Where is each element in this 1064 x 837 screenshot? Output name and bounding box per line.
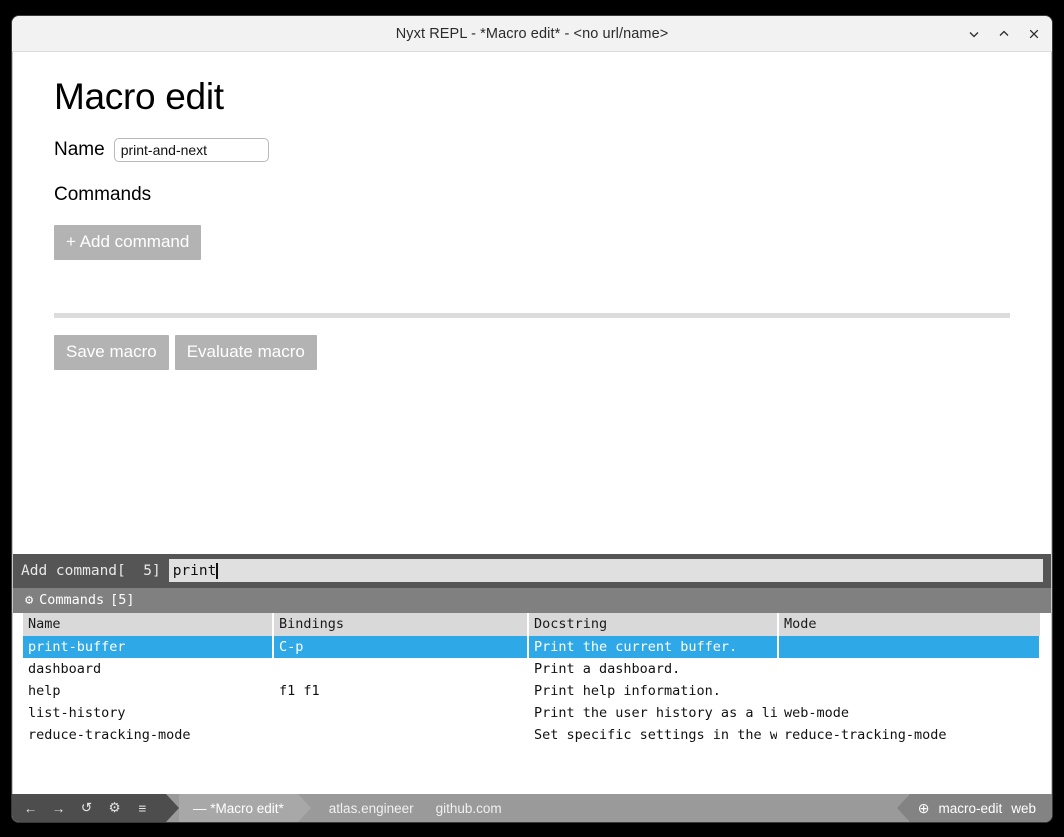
mode-item-web[interactable]: web — [1011, 801, 1036, 816]
reload-icon[interactable]: ↺ — [79, 800, 94, 816]
section-divider — [54, 312, 1010, 318]
application-window: Nyxt REPL - *Macro edit* - <no url/name>… — [12, 16, 1052, 822]
column-header-name[interactable]: Name — [23, 613, 274, 636]
page-content: Macro edit Name Commands + Add command S… — [12, 52, 1052, 554]
window-controls — [966, 16, 1042, 52]
cell-docstring: Print a dashboard. — [528, 658, 779, 680]
evaluate-macro-button[interactable]: Evaluate macro — [174, 334, 317, 370]
current-buffer-label[interactable]: — *Macro edit* — [179, 794, 298, 822]
gear-icon[interactable]: ⚙ — [107, 800, 122, 816]
add-command-button[interactable]: + Add command — [54, 224, 202, 260]
cell-name: list-history — [23, 702, 274, 724]
table-row[interactable]: dashboard Print a dashboard. — [23, 658, 1040, 680]
cell-docstring: Print help information. — [528, 680, 779, 702]
cell-name: dashboard — [23, 658, 274, 680]
cell-docstring: Print the user history as a list. — [528, 702, 779, 724]
column-header-docstring[interactable]: Docstring — [528, 613, 779, 636]
status-bar-controls: ← → ↺ ⚙ ≡ — [12, 794, 166, 822]
action-buttons: Save macro Evaluate macro — [54, 334, 1010, 370]
suggestions-table-wrap: Name Bindings Docstring Mode print-buffe… — [13, 613, 1051, 746]
suggestions-empty-space — [12, 746, 1052, 794]
forward-icon[interactable]: → — [51, 801, 66, 816]
table-row[interactable]: list-history Print the user history as a … — [23, 702, 1040, 724]
close-icon[interactable] — [1026, 26, 1042, 42]
prompt-label: Add command[ 5] — [21, 562, 161, 579]
cell-bindings: C-p — [273, 636, 529, 658]
url-item-1[interactable]: github.com — [436, 801, 502, 816]
table-row[interactable]: reduce-tracking-mode Set specific setting… — [23, 724, 1040, 746]
cell-mode: web-mode — [784, 704, 850, 721]
cell-bindings — [273, 724, 529, 746]
status-chevron-1 — [166, 794, 179, 822]
prompt-buffer: Add command[ 5] print — [12, 554, 1052, 588]
cell-mode: reduce-tracking-mode — [784, 726, 947, 743]
cell-name: help — [23, 680, 274, 702]
suggestions-count: [5] — [110, 592, 135, 608]
status-chevron-3 — [896, 794, 910, 822]
gear-icon: ⚙ — [25, 592, 34, 608]
page-title: Macro edit — [54, 76, 224, 117]
minimize-icon[interactable] — [966, 26, 982, 42]
table-row[interactable]: help f1 f1 Print help information. — [23, 680, 1040, 702]
cell-mode — [778, 636, 1041, 658]
prompt-input-value: print — [172, 562, 217, 579]
menu-icon[interactable]: ≡ — [135, 801, 150, 816]
column-header-mode[interactable]: Mode — [778, 613, 1040, 636]
status-chevron-2 — [297, 794, 311, 822]
text-cursor — [216, 562, 218, 579]
column-header-bindings[interactable]: Bindings — [273, 613, 529, 636]
maximize-icon[interactable] — [996, 26, 1012, 42]
save-macro-button[interactable]: Save macro — [54, 334, 169, 370]
table-row[interactable]: print-buffer C-p Print the current buffer. — [23, 636, 1041, 658]
cell-mode — [778, 658, 1040, 680]
cell-mode — [778, 680, 1040, 702]
window-title: Nyxt REPL - *Macro edit* - <no url/name> — [395, 25, 669, 42]
cell-docstring: Print the current buffer. — [528, 636, 779, 658]
table-header-row: Name Bindings Docstring Mode — [23, 613, 1040, 636]
cell-bindings — [273, 702, 529, 724]
title-bar: Nyxt REPL - *Macro edit* - <no url/name> — [12, 16, 1052, 52]
suggestions-title: Commands — [39, 592, 105, 608]
cell-bindings — [273, 658, 529, 680]
name-input[interactable] — [113, 137, 269, 162]
name-label: Name — [54, 138, 105, 160]
cell-name: print-buffer — [23, 636, 274, 658]
commands-table-body: print-buffer C-p Print the current buffer.… — [23, 636, 1041, 746]
name-field-row: Name — [54, 137, 1010, 162]
commands-label: Commands — [54, 183, 152, 205]
suggestions-header: ⚙ Commands [5] — [13, 588, 1051, 613]
add-mode-icon[interactable]: ⊕ — [918, 800, 930, 817]
suggestions-panel: ⚙ Commands [5] Name Bindings Docstring M… — [12, 588, 1052, 746]
status-bar: ← → ↺ ⚙ ≡ — *Macro edit* atlas.engineer … — [12, 794, 1052, 822]
cell-docstring: Set specific settings in the web buffer. — [528, 724, 779, 746]
status-bar-urls: atlas.engineer github.com — [310, 794, 897, 822]
cell-bindings: f1 f1 — [273, 680, 529, 702]
url-item-0[interactable]: atlas.engineer — [329, 801, 414, 816]
prompt-input[interactable]: print — [168, 559, 1043, 582]
mode-item-macro-edit[interactable]: macro-edit — [938, 801, 1002, 816]
status-bar-modes: ⊕ macro-edit web — [909, 794, 1052, 822]
back-icon[interactable]: ← — [23, 801, 38, 816]
commands-table: Name Bindings Docstring Mode print-buffe… — [23, 613, 1041, 746]
cell-name: reduce-tracking-mode — [23, 724, 274, 746]
